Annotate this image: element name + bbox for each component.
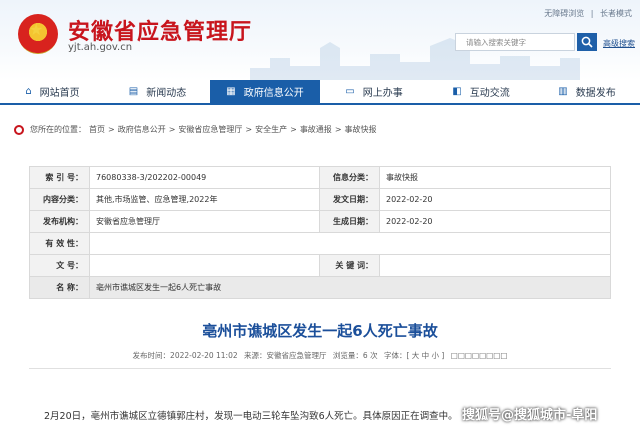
keywords-value (379, 254, 611, 277)
nav-item-interaction[interactable]: ◧ 互动交流 (428, 80, 534, 103)
meta-date: 发布时间：2022-02-20 11:02 (132, 351, 238, 360)
keywords-label: 关 键 词： (319, 254, 380, 277)
meta-source: 来源：安徽省应急管理厅 (244, 351, 327, 360)
content-label: 内容分类： (29, 188, 90, 211)
effective-value: 2022-02-20 (379, 210, 611, 233)
nav-item-data-release[interactable]: ▥ 数据发布 (534, 80, 640, 103)
article-body: 2月20日，亳州市谯城区立德镇郭庄村，发现一电动三轮车坠沟致6人死亡。具体原因正… (44, 411, 458, 422)
pub-date-label: 发文日期： (319, 188, 380, 211)
breadcrumb-separator: > (334, 125, 342, 134)
breadcrumb-item-gov-info[interactable]: 政府信息公开 (118, 124, 166, 135)
validity-value (89, 232, 611, 255)
breadcrumb-separator: > (245, 125, 253, 134)
index-label: 索 引 号： (29, 166, 90, 189)
nav-item-label: 政府信息公开 (243, 88, 304, 99)
table-row: 名 称： 亳州市谯城区发生一起6人死亡事故 (29, 276, 611, 299)
doc-no-label: 文 号： (29, 254, 90, 277)
info-table: 索 引 号： 76080338-3/202202-00049 信息分类： 事故快… (29, 166, 611, 299)
breadcrumb-prefix: 您所在的位置： (30, 125, 86, 134)
nav-item-label: 网上办事 (362, 88, 403, 99)
breadcrumb-item-safety[interactable]: 安全生产 (255, 124, 287, 135)
breadcrumb-item-home[interactable]: 首页 (89, 124, 105, 135)
nav-item-online-service[interactable]: ▭ 网上办事 (320, 80, 428, 103)
chat-icon: ◧ (452, 86, 462, 97)
location-icon (14, 124, 24, 135)
table-row: 文 号： 关 键 词： (29, 254, 611, 277)
org-value: 安徽省应急管理厅 (89, 210, 320, 233)
article-title: 亳州市谯城区发生一起6人死亡事故 (202, 322, 438, 340)
validity-label: 有 效 性： (29, 232, 90, 255)
share-tools[interactable]: □□□□□□□□ (451, 351, 508, 360)
breadcrumb-separator: > (108, 125, 115, 134)
monitor-icon: ▭ (345, 86, 355, 97)
advanced-search-link[interactable]: 高级搜索 (603, 38, 635, 49)
national-emblem-icon: ★ (18, 14, 58, 54)
font-size-switch[interactable]: 字体：[ 大 中 小 ] (384, 351, 444, 360)
top-links: 无障碍浏览 | 长者模式 (540, 8, 632, 19)
meta-views: 浏览量：6 次 (332, 351, 378, 360)
category-label: 信息分类： (319, 166, 380, 189)
table-row: 有 效 性： (29, 232, 611, 255)
nav-item-news[interactable]: ▤ 新闻动态 (105, 80, 210, 103)
breadcrumb: 您所在的位置： 首页 > 政府信息公开 > 安徽省应急管理厅 > 安全生产 > … (14, 124, 380, 135)
index-value: 76080338-3/202202-00049 (89, 166, 320, 189)
nav-item-label: 新闻动态 (146, 88, 187, 99)
search-input[interactable]: 请输入搜索关键字 (455, 33, 575, 51)
table-row: 发布机构： 安徽省应急管理厅 生成日期： 2022-02-20 (29, 210, 611, 233)
breadcrumb-item-department[interactable]: 安徽省应急管理厅 (178, 124, 242, 135)
main-nav: ⌂ 网站首页 ▤ 新闻动态 ▦ 政府信息公开 ▭ 网上办事 ◧ 互动交流 ▥ 数… (0, 80, 640, 105)
org-label: 发布机构： (29, 210, 90, 233)
nav-item-label: 网站首页 (39, 88, 80, 99)
search-icon (581, 36, 593, 48)
article-meta: 发布时间：2022-02-20 11:02 来源：安徽省应急管理厅 浏览量：6 … (0, 350, 640, 361)
site-header: ★ 安徽省应急管理厅 yjt.ah.gov.cn 无障碍浏览 | 长者模式 请输… (0, 0, 640, 80)
breadcrumb-item-accident-notice[interactable]: 事故通报 (300, 124, 332, 135)
home-icon: ⌂ (25, 86, 32, 97)
effective-label: 生成日期： (319, 210, 380, 233)
accessibility-link[interactable]: 无障碍浏览 (544, 9, 584, 18)
content-value: 其他,市场监管、应急管理,2022年 (89, 188, 320, 211)
nav-item-gov-info[interactable]: ▦ 政府信息公开 (210, 80, 320, 103)
nav-item-home[interactable]: ⌂ 网站首页 (0, 80, 105, 103)
elder-mode-link[interactable]: 长者模式 (600, 9, 632, 18)
pub-date-value: 2022-02-20 (379, 188, 611, 211)
breadcrumb-item-accident-report[interactable]: 事故快报 (345, 124, 377, 135)
divider (29, 368, 611, 369)
table-row: 内容分类： 其他,市场监管、应急管理,2022年 发文日期： 2022-02-2… (29, 188, 611, 211)
category-value: 事故快报 (379, 166, 611, 189)
search-button[interactable] (577, 33, 597, 51)
breadcrumb-separator: > (290, 125, 297, 134)
table-row: 索 引 号： 76080338-3/202202-00049 信息分类： 事故快… (29, 166, 611, 189)
name-label: 名 称： (29, 276, 90, 299)
breadcrumb-separator: > (168, 125, 176, 134)
document-icon: ▦ (226, 86, 236, 97)
doc-no-value (89, 254, 320, 277)
chart-icon: ▥ (558, 86, 568, 97)
top-links-separator: | (590, 9, 594, 18)
watermark: 搜狐号@搜狐城市-阜阳 (462, 408, 598, 423)
nav-item-label: 数据发布 (575, 88, 616, 99)
news-icon: ▤ (128, 86, 139, 97)
name-value: 亳州市谯城区发生一起6人死亡事故 (89, 276, 611, 299)
nav-item-label: 互动交流 (469, 88, 510, 99)
site-domain: yjt.ah.gov.cn (68, 42, 133, 53)
